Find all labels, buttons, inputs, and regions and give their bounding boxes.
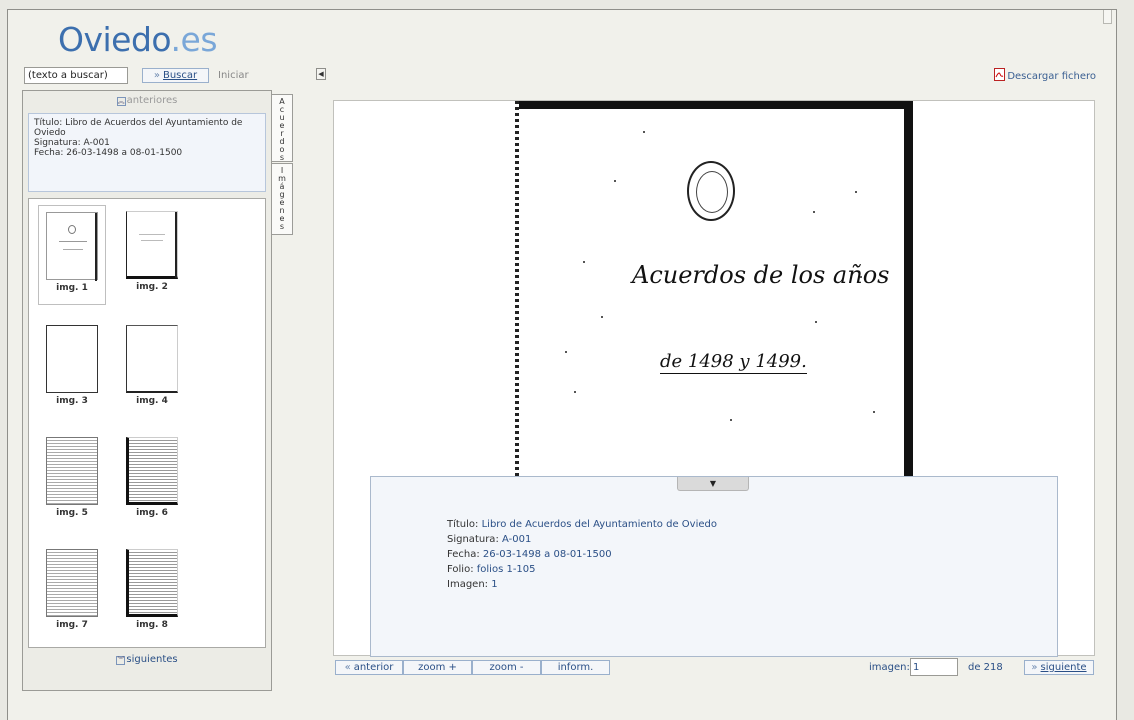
double-chevron-left-icon: « [344,662,351,673]
prev-thumbnails-label: anteriores [126,95,178,106]
thumbnail-image [46,325,98,393]
info-image-value: 1 [491,579,498,590]
collapse-sidebar-button[interactable]: ◀ [316,68,326,80]
thumbnail-item[interactable]: img. 5 [38,431,106,527]
thumbnail-label: img. 3 [56,396,88,406]
next-image-button[interactable]: » siguiente [1024,660,1094,675]
next-image-label: siguiente [1040,662,1087,673]
thumbnail-label: img. 5 [56,508,88,518]
search-button-label: Buscar [162,70,198,81]
info-folio-label: Folio: [447,564,474,575]
summary-title-label: Título: [34,118,63,128]
image-number-input[interactable] [910,658,958,676]
tab-acuerdos[interactable]: Acuerdos [271,94,293,162]
collapse-info-button[interactable]: ▼ [677,477,749,491]
tab-letter: s [279,153,285,162]
thumbnail-item[interactable]: img. 2 [118,205,186,305]
pdf-icon [994,68,1006,81]
thumbnail-label: img. 2 [136,282,168,292]
double-chevron-right-icon: » [153,70,160,81]
previous-image-label: anterior [353,662,394,673]
triangle-down-icon: ▼ [709,479,717,488]
info-folio-value: folios 1-105 [476,564,536,575]
summary-title-value: Libro de Acuerdos del Ayuntamiento de Ov… [34,118,243,138]
download-file-link[interactable]: Descargar fichero [994,68,1096,82]
chevron-down-icon: ︾ [116,656,126,665]
thumbnail-image [126,325,178,393]
thumbnail-image [126,437,178,505]
thumbnail-label: img. 6 [136,508,168,518]
search-input[interactable] [24,67,128,84]
thumbnail-image [46,549,98,617]
thumbnail-label: img. 8 [136,620,168,630]
thumbnail-image [126,211,178,279]
thumbnail-image [46,437,98,505]
document-scan: Acuerdos de los años de 1498 y 1499. [515,101,913,481]
thumbnail-item[interactable]: img. 8 [118,543,186,639]
image-total-label: de 218 [968,662,1003,673]
handwritten-years: de 1498 y 1499. [660,351,807,374]
info-signature-value: A-001 [502,534,532,545]
handwritten-title: Acuerdos de los años [632,261,890,289]
sidebar-panel: ︽ anteriores Título: Libro de Acuerdos de… [22,90,272,691]
info-date-label: Fecha: [447,549,480,560]
zoom-in-button[interactable]: zoom + [403,660,472,675]
seal-image [687,161,735,221]
thumbnail-item[interactable]: img. 7 [38,543,106,639]
tab-letter: s [279,222,285,231]
info-title-label: Título: [447,519,479,530]
tab-imagenes[interactable]: Imágenes [271,163,293,235]
info-date-value: 26-03-1498 a 08-01-1500 [482,549,612,560]
image-info-panel: ▼ Título: Libro de Acuerdos del Ayuntami… [370,476,1058,657]
info-button-label: inform. [557,662,594,673]
summary-signature-value: A-001 [83,138,110,148]
double-chevron-right-icon: » [1031,662,1038,673]
image-number-label: imagen: [869,662,910,673]
summary-date-value: 26-03-1498 a 08-01-1500 [66,148,183,158]
info-button[interactable]: inform. [541,660,610,675]
download-file-label: Descargar fichero [1007,71,1096,82]
logo-main-text: Oviedo [58,20,171,59]
prev-thumbnails-link[interactable]: ︽ anteriores [23,95,271,106]
chevron-up-icon: ︽ [116,97,126,106]
next-thumbnails-link[interactable]: ︾ siguientes [23,654,271,665]
previous-image-button[interactable]: «anterior [335,660,403,675]
summary-date-label: Fecha: [34,148,64,158]
thumbnail-item[interactable]: img. 1 [38,205,106,305]
logo-suffix-text: .es [170,20,218,59]
thumbnail-item[interactable]: img. 6 [118,431,186,527]
zoom-out-label: zoom - [489,662,524,673]
triangle-left-icon: ◀ [318,70,324,78]
thumbnail-grid: img. 1 img. 2 img. 3 img. 4 img. 5 img. … [28,198,266,648]
info-image-label: Imagen: [447,579,489,590]
record-summary: Título: Libro de Acuerdos del Ayuntamien… [28,113,266,192]
thumbnail-label: img. 7 [56,620,88,630]
summary-signature-label: Signatura: [34,138,81,148]
thumbnail-item[interactable]: img. 3 [38,319,106,415]
next-thumbnails-label: siguientes [126,654,178,665]
info-title-value: Libro de Acuerdos del Ayuntamiento de Ov… [481,519,717,530]
zoom-out-button[interactable]: zoom - [472,660,541,675]
search-button[interactable]: » Buscar [142,68,209,83]
thumbnail-image [46,212,98,281]
site-logo[interactable]: Oviedo.es [58,20,218,59]
window-scrollbar[interactable] [1103,10,1112,24]
info-signature-label: Signatura: [447,534,499,545]
thumbnail-label: img. 1 [56,283,88,293]
thumbnail-image [126,549,178,617]
reset-link[interactable]: Iniciar [218,70,249,81]
zoom-in-label: zoom + [418,662,457,673]
thumbnail-item[interactable]: img. 4 [118,319,186,415]
thumbnail-label: img. 4 [136,396,168,406]
